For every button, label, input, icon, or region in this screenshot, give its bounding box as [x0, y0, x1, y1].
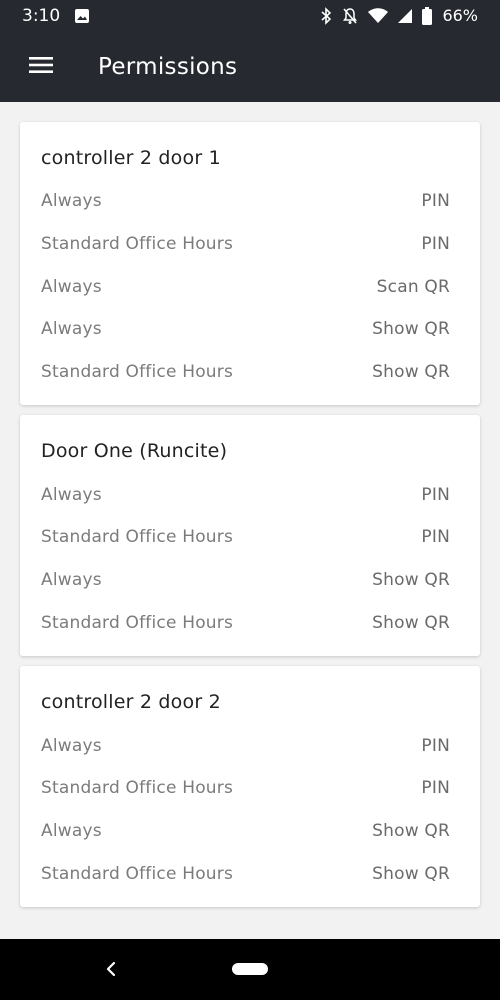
bluetooth-icon — [320, 6, 332, 25]
schedule-label: Standard Office Hours — [41, 612, 234, 633]
door-card: Door One (Runcite) Always PIN Standard O… — [20, 415, 480, 657]
method-label: Show QR — [372, 362, 450, 383]
method-label: PIN — [421, 191, 450, 212]
schedule-label: Always — [41, 484, 102, 505]
system-nav-bar — [0, 939, 500, 1000]
method-label: PIN — [421, 234, 450, 255]
image-icon — [74, 8, 90, 24]
schedule-label: Standard Office Hours — [41, 234, 234, 255]
door-card: controller 2 door 1 Always PIN Standard … — [20, 122, 480, 406]
method-label: Scan QR — [376, 276, 450, 297]
back-chevron-icon[interactable] — [100, 955, 122, 983]
signal-icon — [398, 8, 413, 24]
permission-row: Always PIN — [41, 473, 450, 516]
permission-row: Always Show QR — [41, 559, 450, 602]
menu-button[interactable] — [0, 31, 82, 102]
wifi-icon — [368, 7, 389, 24]
door-title: controller 2 door 2 — [41, 691, 221, 714]
permissions-list[interactable]: controller 2 door 1 Always PIN Standard … — [0, 102, 500, 939]
method-label: Show QR — [372, 319, 450, 340]
door-title: controller 2 door 1 — [41, 147, 221, 169]
permission-row: Standard Office Hours Show QR — [41, 351, 450, 394]
method-label: Show QR — [372, 570, 450, 591]
schedule-label: Always — [41, 319, 102, 340]
schedule-label: Always — [41, 191, 102, 212]
permission-row: Standard Office Hours Show QR — [41, 602, 450, 645]
permission-row: Always PIN — [41, 180, 450, 223]
permission-row: Standard Office Hours PIN — [41, 516, 450, 559]
status-time: 3:10 — [22, 5, 61, 26]
permission-row: Standard Office Hours PIN — [41, 767, 450, 810]
battery-percent: 66% — [442, 6, 478, 25]
schedule-label: Always — [41, 735, 102, 756]
permission-row: Always Show QR — [41, 308, 450, 351]
page-title: Permissions — [98, 53, 238, 80]
permission-row: Always Scan QR — [41, 265, 450, 308]
method-label: Show QR — [372, 820, 450, 841]
schedule-label: Standard Office Hours — [41, 863, 234, 884]
permission-row: Always Show QR — [41, 810, 450, 853]
door-title: Door One (Runcite) — [41, 440, 228, 463]
method-label: PIN — [421, 735, 450, 756]
schedule-label: Always — [41, 570, 102, 591]
method-label: PIN — [421, 778, 450, 799]
status-bar: 3:10 66% — [0, 0, 500, 31]
home-pill-icon[interactable] — [232, 963, 268, 975]
permission-row: Standard Office Hours PIN — [41, 223, 450, 266]
permission-row: Always PIN — [41, 724, 450, 767]
schedule-label: Standard Office Hours — [41, 527, 234, 548]
app-bar: Permissions — [0, 31, 500, 102]
method-label: Show QR — [372, 612, 450, 633]
status-right: 66% — [320, 6, 478, 25]
hamburger-menu-icon — [28, 55, 54, 79]
schedule-label: Always — [41, 820, 102, 841]
notifications-off-icon — [342, 7, 358, 25]
method-label: PIN — [421, 527, 450, 548]
permission-row: Standard Office Hours Show QR — [41, 852, 450, 895]
schedule-label: Standard Office Hours — [41, 778, 234, 799]
status-left: 3:10 — [22, 6, 90, 26]
door-card: controller 2 door 2 Always PIN Standard … — [20, 666, 480, 907]
schedule-label: Always — [41, 276, 102, 297]
schedule-label: Standard Office Hours — [41, 362, 234, 383]
battery-icon — [422, 6, 433, 25]
method-label: PIN — [421, 484, 450, 505]
method-label: Show QR — [372, 863, 450, 884]
